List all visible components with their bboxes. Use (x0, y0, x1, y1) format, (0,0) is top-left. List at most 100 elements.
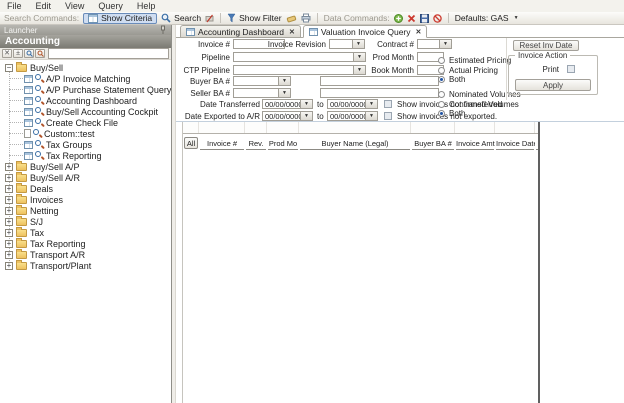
seller-ba-name-input[interactable] (320, 88, 439, 98)
column-header-invoice-date[interactable]: Invoice Date (495, 139, 535, 150)
tree-search-button[interactable] (24, 49, 34, 58)
date-transferred-from-input[interactable]: 00/00/0000 (262, 99, 301, 109)
tree-folder-tax-reporting[interactable]: +Tax Reporting (0, 238, 171, 249)
reset-inv-date-button[interactable]: Reset Inv Date (513, 40, 579, 51)
eraser-icon[interactable] (286, 14, 297, 23)
tree-folder-netting[interactable]: +Netting (0, 205, 171, 216)
date-exported-from-input[interactable]: 00/00/0000 (262, 111, 301, 121)
expand-toggle-icon[interactable]: + (5, 163, 13, 171)
ctp-pipeline-input[interactable] (233, 65, 354, 75)
expand-toggle-icon[interactable]: + (5, 229, 13, 237)
expand-toggle-icon[interactable]: + (5, 262, 13, 270)
column-header-prod-mo[interactable]: Prod Mo (267, 139, 299, 150)
pipeline-dropdown[interactable]: ▼ (353, 52, 366, 62)
expand-all-button[interactable]: ± (13, 49, 23, 58)
tree-item-buy-sell-accounting-cockpit[interactable]: Buy/Sell Accounting Cockpit (0, 106, 171, 117)
column-header-rev[interactable]: Rev. (245, 139, 267, 150)
close-icon[interactable]: ✕ (416, 28, 422, 36)
seller-ba-dropdown[interactable]: ▼ (278, 88, 291, 98)
ctp-pipeline-dropdown[interactable]: ▼ (353, 65, 366, 75)
seller-ba-input[interactable] (233, 88, 279, 98)
date-transferred-to-input[interactable]: 00/00/0000 (327, 99, 366, 109)
expand-toggle-icon[interactable]: + (5, 174, 13, 182)
tree-folder-buy-sell-a-p[interactable]: +Buy/Sell A/P (0, 161, 171, 172)
tree-item-a-p-invoice-matching[interactable]: A/P Invoice Matching (0, 73, 171, 84)
tree-item-accounting-dashboard[interactable]: Accounting Dashboard (0, 95, 171, 106)
tree-folder-buy-sell-a-r[interactable]: +Buy/Sell A/R (0, 172, 171, 183)
close-icon[interactable]: ✕ (289, 28, 295, 36)
menu-help[interactable]: Help (130, 1, 163, 11)
printer-icon[interactable] (301, 13, 311, 23)
expand-toggle-icon[interactable]: + (5, 240, 13, 248)
tree-filter-input[interactable] (48, 48, 169, 59)
pricing-option-both[interactable]: Both (438, 75, 511, 85)
defaults-dropdown[interactable]: Defaults: GAS ▼ (455, 13, 519, 23)
expand-toggle-icon[interactable]: + (5, 218, 13, 226)
save-icon[interactable] (420, 14, 429, 23)
column-header-bo[interactable]: Bo (535, 139, 540, 150)
tab-accounting-dashboard[interactable]: Accounting Dashboard✕ (180, 25, 301, 37)
select-all-button[interactable]: All (184, 137, 198, 149)
column-header-invoice[interactable]: Invoice # (199, 139, 245, 150)
apply-button[interactable]: Apply (515, 79, 591, 91)
print-checkbox[interactable] (567, 65, 575, 73)
buyer-ba-name-input[interactable] (320, 76, 439, 86)
tree-folder-invoices[interactable]: +Invoices (0, 194, 171, 205)
volume-option-confirmed-volumes[interactable]: Confirmed Volumes (438, 100, 521, 110)
column-header-all[interactable]: All (183, 137, 199, 150)
tree-folder-s-j[interactable]: +S/J (0, 216, 171, 227)
collapse-toggle-icon[interactable]: − (5, 64, 13, 72)
column-header-invoice-amt[interactable]: Invoice Amt (455, 139, 495, 150)
search-button[interactable]: Search (161, 13, 201, 23)
buyer-ba-dropdown[interactable]: ▼ (278, 76, 291, 86)
tree-folder-root[interactable]: − Buy/Sell (0, 62, 171, 73)
invoice-revision-dropdown[interactable]: ▼ (352, 39, 365, 49)
tab-valuation-invoice-query[interactable]: Valuation Invoice Query✕ (303, 25, 428, 38)
tree-item-a-p-purchase-statement-query[interactable]: A/P Purchase Statement Query (0, 84, 171, 95)
tree-advanced-search-button[interactable] (35, 49, 45, 58)
date-exported-to-dropdown[interactable]: ▼ (365, 111, 378, 121)
cancel-icon[interactable] (433, 14, 442, 23)
buyer-ba-input[interactable] (233, 76, 279, 86)
date-exported-from-dropdown[interactable]: ▼ (300, 111, 313, 121)
tree-folder-transport-plant[interactable]: +Transport/Plant (0, 260, 171, 271)
expand-toggle-icon[interactable]: + (5, 185, 13, 193)
tree-item-custom-test[interactable]: Custom::test (0, 128, 171, 139)
toolbar-separator (220, 13, 221, 23)
expand-toggle-icon[interactable]: + (5, 251, 13, 259)
clear-search-icon[interactable] (205, 14, 214, 23)
volume-option-both[interactable]: Both (438, 109, 521, 119)
menu-view[interactable]: View (58, 1, 91, 11)
expand-toggle-icon[interactable]: + (5, 207, 13, 215)
date-exported-to-input[interactable]: 00/00/0000 (327, 111, 366, 121)
tree-folder-deals[interactable]: +Deals (0, 183, 171, 194)
tree-folder-tax[interactable]: +Tax (0, 227, 171, 238)
add-record-icon[interactable] (394, 14, 403, 23)
contract-input[interactable] (417, 39, 440, 49)
tree-folder-transport-a-r[interactable]: +Transport A/R (0, 249, 171, 260)
strip-cell (495, 122, 535, 133)
collapse-all-button[interactable]: ✕ (2, 49, 12, 58)
pin-icon[interactable] (159, 25, 167, 35)
pipeline-input[interactable] (233, 52, 354, 62)
date-transferred-from-dropdown[interactable]: ▼ (300, 99, 313, 109)
show-criteria-button[interactable]: Show Criteria (83, 13, 157, 24)
show-not-exported-checkbox[interactable] (384, 112, 392, 120)
menu-query[interactable]: Query (91, 1, 130, 11)
column-header-buyer-ba[interactable]: Buyer BA # (411, 139, 455, 150)
delete-record-icon[interactable] (407, 14, 416, 23)
tree-item-create-check-file[interactable]: Create Check File (0, 117, 171, 128)
show-not-transferred-checkbox[interactable] (384, 100, 392, 108)
contract-dropdown[interactable]: ▼ (439, 39, 452, 49)
date-transferred-to-dropdown[interactable]: ▼ (365, 99, 378, 109)
show-filter-button[interactable]: Show Filter (227, 13, 282, 23)
tree-item-tax-groups[interactable]: Tax Groups (0, 139, 171, 150)
invoice-revision-input[interactable] (329, 39, 353, 49)
column-header-buyer-name-legal[interactable]: Buyer Name (Legal) (299, 139, 411, 150)
expand-toggle-icon[interactable]: + (5, 196, 13, 204)
tree-item-tax-reporting[interactable]: Tax Reporting (0, 150, 171, 161)
pricing-option-estimated-pricing[interactable]: Estimated Pricing (438, 56, 511, 66)
menu-edit[interactable]: Edit (29, 1, 59, 11)
menu-file[interactable]: File (0, 1, 29, 11)
pricing-option-actual-pricing[interactable]: Actual Pricing (438, 66, 511, 76)
